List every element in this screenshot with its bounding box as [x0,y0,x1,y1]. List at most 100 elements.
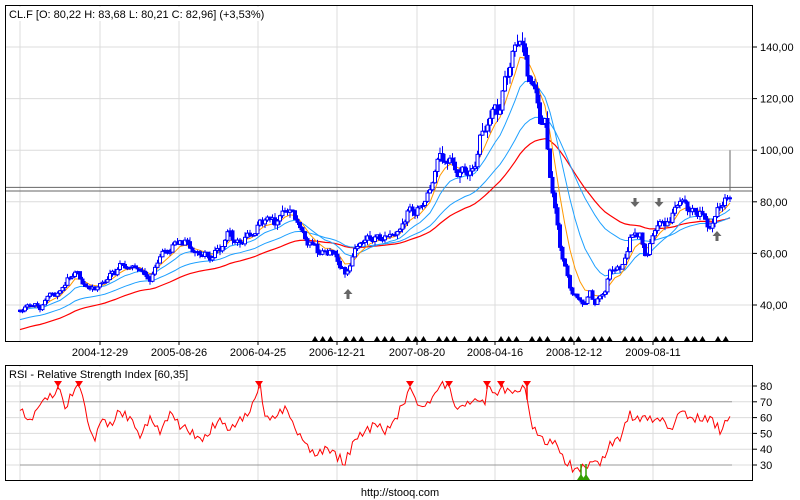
candle-body [678,200,682,206]
candle-body [395,230,400,236]
candle-body [40,304,45,311]
background [0,0,800,500]
candle-body [525,54,530,77]
candle-body [293,210,297,220]
candle-body [315,243,320,254]
candle-body [488,117,492,126]
candle-body [650,235,655,245]
candle-body [640,232,645,245]
candle-body [453,161,457,171]
candle-body [350,256,355,267]
rsi-tick-label: 80 [760,381,772,393]
x-tick-label: 2006-12-21 [309,347,365,359]
candle-body [713,216,717,224]
candle-body [458,171,462,178]
candle-body [548,148,552,178]
candle-body [510,50,515,68]
candle-body [485,124,490,132]
candle-body [585,296,590,304]
candle-body [575,293,580,299]
y-tick-label: 80,00 [760,197,788,209]
x-tick-label: 2004-12-29 [72,347,128,359]
x-tick-label: 2008-12-12 [546,347,602,359]
candle-body [685,201,690,212]
chart-header: CL.F [O: 80,22 H: 83,68 L: 80,21 C: 82,9… [9,9,264,21]
rsi-tick-label: 30 [760,460,772,472]
x-tick-label: 2008-04-16 [467,347,523,359]
candle-body [23,306,27,312]
y-tick-label: 100,00 [760,145,794,157]
candle-body [153,266,157,275]
candle-body [263,219,267,225]
candle-body [378,234,382,241]
candle-body [440,153,445,162]
candle-body [303,231,307,240]
candle-body [223,239,227,247]
candle-body [145,274,150,280]
x-tick-label: 2005-08-26 [151,347,207,359]
candle-body [623,257,627,265]
candle-body [463,166,467,172]
x-tick-label: 2007-08-20 [389,347,445,359]
candle-body [653,230,657,237]
candle-body [98,283,102,288]
candle-body [538,102,542,124]
candle-body [605,278,610,293]
candle-body [423,200,427,206]
candle-body [498,109,502,115]
candle-body [535,88,540,104]
candle-body [300,227,305,233]
candle-body [298,221,302,229]
candle-body [410,206,415,212]
candle-body [220,245,225,252]
candle-body [415,207,420,216]
y-tick-label: 140,00 [760,42,794,54]
candle-body [503,76,507,92]
candle-body [655,225,660,232]
candle-body [523,43,527,56]
candle-body [568,275,572,289]
y-tick-label: 40,00 [760,300,788,312]
candle-body [205,251,210,257]
candle-body [255,224,260,235]
candle-body [170,244,175,253]
candle-body [533,84,537,90]
candle-body [728,197,732,200]
candle-body [435,158,440,172]
candle-body [553,192,557,209]
candle-body [475,153,480,168]
candle-body [715,207,720,218]
candle-body [468,170,472,176]
candle-body [648,243,652,255]
candle-body [373,236,377,243]
candle-body [500,90,505,111]
candle-body [595,298,600,305]
rsi-tick-label: 40 [760,444,772,456]
candle-body [335,253,340,262]
candle-body [570,287,575,295]
candle-body [628,236,632,253]
candle-body [338,260,342,269]
candle-body [108,272,112,281]
candle-body [143,270,147,276]
candle-body [710,222,715,229]
candle-body [620,263,625,270]
candle-body [643,243,647,257]
candle-body [400,223,405,230]
candle-body [530,81,535,86]
candle-body [425,192,430,202]
candle-body [590,290,595,300]
price-chart: CL.F [O: 80,22 H: 83,68 L: 80,21 C: 82,9… [0,0,800,500]
candle-body [558,224,562,248]
candle-body [560,246,565,260]
y-tick-label: 60,00 [760,248,788,260]
footer-url[interactable]: http://stooq.com [361,487,439,499]
candle-body [670,212,675,223]
candle-body [450,157,455,163]
candle-body [565,265,570,277]
rsi-tick-label: 60 [760,413,772,425]
candle-body [115,268,120,276]
candle-body [430,182,435,191]
candle-body [243,236,247,245]
candle-body [45,295,50,301]
